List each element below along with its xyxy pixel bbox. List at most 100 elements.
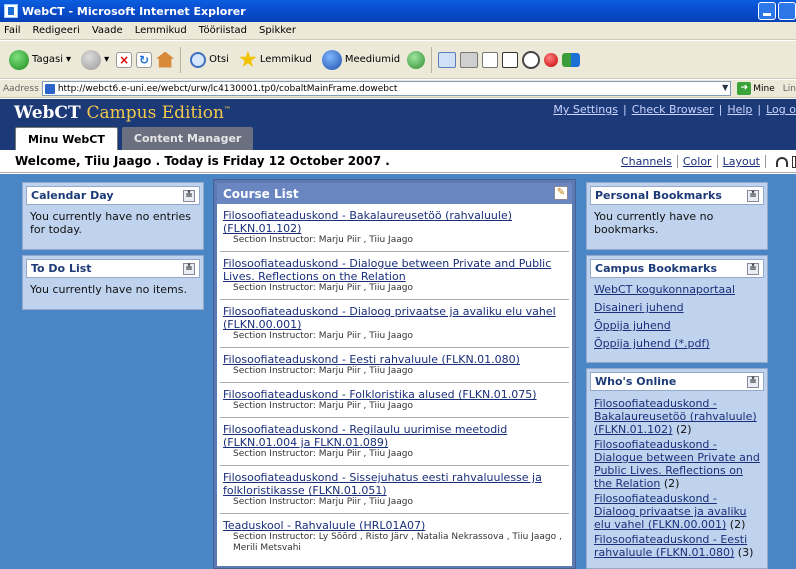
whos-online-panel: Who's Online ≚ Filosoofiateaduskond - Ba…	[586, 368, 768, 569]
course-instructor: Section Instructor: Ly Sõõrd , Risto Jär…	[233, 532, 562, 553]
search-icon	[190, 51, 207, 68]
bookmark-link[interactable]: Disaineri juhend	[594, 301, 760, 314]
chevron-down-icon[interactable]: ▼	[722, 83, 728, 92]
back-button[interactable]: Tagasi ▾	[6, 48, 74, 72]
research-icon[interactable]	[522, 50, 541, 69]
online-course-link[interactable]: Filosoofiateaduskond - Dialoog privaatse…	[594, 492, 747, 531]
color-link[interactable]: Color	[678, 155, 718, 168]
media-button[interactable]: Meediumid	[319, 48, 403, 72]
course-instructor: Section Instructor: Marju Piir , Tiiu Ja…	[233, 449, 413, 459]
list-item: Teaduskool - Rahvaluule (HRL01A07) Secti…	[220, 514, 569, 559]
go-arrow-icon: ➜	[737, 82, 752, 95]
layout-link[interactable]: Layout	[718, 155, 766, 168]
webct-page: WebCT Campus Edition™ My Settings | Check …	[0, 99, 796, 569]
online-count: (2)	[660, 477, 680, 490]
messenger-icon[interactable]	[544, 52, 559, 67]
online-course-link[interactable]: Filosoofiateaduskond - Eesti rahvaluule …	[594, 533, 747, 559]
forward-arrow-icon	[81, 49, 102, 70]
window-title: WebCT - Microsoft Internet Explorer	[22, 4, 246, 18]
address-input[interactable]: http://webct6.e-uni.ee/webct/urw/lc41300…	[41, 81, 732, 96]
toolbar-separator	[431, 46, 433, 73]
personal-bookmarks-body: You currently have no bookmarks.	[590, 205, 764, 241]
personal-bookmarks-title: Personal Bookmarks ≚	[590, 186, 764, 205]
go-button[interactable]: ➜ Mine	[737, 82, 775, 95]
welcome-bar: Welcome, Tiiu Jaago . Today is Friday 12…	[0, 150, 796, 173]
list-item: Filosoofiateaduskond - Eesti rahvaluule …	[220, 348, 569, 383]
whos-online-body: Filosoofiateaduskond - Bakalaureusetöö (…	[590, 391, 764, 566]
menu-help[interactable]: Spikker	[259, 25, 296, 36]
course-link[interactable]: Filosoofiateaduskond - Sissejuhatus eest…	[223, 471, 542, 497]
course-list: Filosoofiateaduskond - Bakalaureusetöö (…	[217, 204, 572, 566]
menu-edit[interactable]: Redigeeri	[33, 25, 80, 36]
course-link[interactable]: Filosoofiateaduskond - Dialogue between …	[223, 257, 551, 283]
menu-bar: Fail Redigeeri Vaade Lemmikud Tööriistad…	[0, 22, 796, 40]
menu-tools[interactable]: Tööriistad	[199, 25, 247, 36]
bookmark-link[interactable]: Õppija juhend (*.pdf)	[594, 337, 760, 350]
course-link[interactable]: Filosoofiateaduskond - Bakalaureusetöö (…	[223, 209, 512, 235]
menu-file[interactable]: Fail	[4, 25, 21, 36]
todo-body: You currently have no items.	[26, 278, 200, 301]
collapse-icon[interactable]: ≚	[183, 190, 195, 202]
history-icon[interactable]	[407, 50, 426, 69]
pencil-icon[interactable]: ✎	[554, 186, 568, 200]
discuss-icon[interactable]	[502, 51, 519, 68]
online-item: Filosoofiateaduskond - Dialoog privaatse…	[594, 492, 760, 531]
favorites-button[interactable]: Lemmikud	[236, 49, 315, 71]
collapse-icon[interactable]: ≚	[747, 190, 759, 202]
online-count: (3)	[734, 546, 754, 559]
course-link[interactable]: Filosoofiateaduskond - Regilaulu uurimis…	[223, 423, 507, 449]
course-instructor: Section Instructor: Marju Piir , Tiiu Ja…	[233, 283, 413, 293]
list-item: Filosoofiateaduskond - Dialoog privaatse…	[220, 300, 569, 348]
menu-view[interactable]: Vaade	[92, 25, 123, 36]
search-label: Otsi	[209, 54, 229, 65]
collapse-icon[interactable]: ≚	[747, 376, 759, 388]
edit-icon[interactable]	[482, 51, 499, 68]
log-out-link[interactable]: Log o	[766, 103, 796, 116]
campus-bookmarks-panel: Campus Bookmarks ≚ WebCT kogukonnaportaa…	[586, 255, 768, 363]
panel-icon[interactable]	[792, 155, 796, 168]
calendar-panel: Calendar Day ≚ You currently have no ent…	[22, 182, 204, 250]
todo-panel: To Do List ≚ You currently have no items…	[22, 255, 204, 310]
my-settings-link[interactable]: My Settings	[553, 103, 618, 116]
content-area: Calendar Day ≚ You currently have no ent…	[0, 174, 796, 569]
campus-bookmarks-title: Campus Bookmarks ≚	[590, 259, 764, 278]
maximize-button[interactable]	[778, 2, 796, 20]
msn-icon[interactable]	[562, 52, 581, 67]
collapse-icon[interactable]: ≚	[183, 263, 195, 275]
search-button[interactable]: Otsi	[187, 50, 232, 70]
help-link[interactable]: Help	[727, 103, 752, 116]
channels-link[interactable]: Channels	[616, 155, 678, 168]
check-browser-link[interactable]: Check Browser	[632, 103, 714, 116]
bookmark-link[interactable]: WebCT kogukonnaportaal	[594, 283, 760, 296]
list-item: Filosoofiateaduskond - Sissejuhatus eest…	[220, 466, 569, 514]
address-bar: Aadress http://webct6.e-uni.ee/webct/urw…	[0, 80, 796, 98]
course-link[interactable]: Filosoofiateaduskond - Eesti rahvaluule …	[223, 353, 520, 366]
tab-minu-webct[interactable]: Minu WebCT	[15, 127, 118, 150]
print-icon[interactable]	[460, 51, 479, 68]
online-count: (2)	[726, 518, 746, 531]
course-instructor: Section Instructor: Marju Piir , Tiiu Ja…	[233, 366, 413, 376]
home-icon[interactable]	[156, 51, 175, 68]
course-link[interactable]: Filosoofiateaduskond - Folkloristika alu…	[223, 388, 537, 401]
course-link[interactable]: Filosoofiateaduskond - Dialoog privaatse…	[223, 305, 556, 331]
calendar-title: Calendar Day ≚	[26, 186, 200, 205]
welcome-links: Channels Color Layout	[616, 150, 796, 173]
stop-icon[interactable]: ×	[116, 51, 133, 68]
lock-icon[interactable]	[776, 156, 788, 167]
menu-favorites[interactable]: Lemmikud	[135, 25, 187, 36]
minimize-button[interactable]	[758, 2, 776, 20]
links-label[interactable]: Lin	[783, 84, 796, 94]
mail-icon[interactable]	[438, 51, 457, 68]
forward-button[interactable]: ▾	[78, 48, 112, 72]
course-list-panel: Course List ✎ Filosoofiateaduskond - Bak…	[213, 179, 576, 569]
bookmark-link[interactable]: Õppija juhend	[594, 319, 760, 332]
course-link[interactable]: Teaduskool - Rahvaluule (HRL01A07)	[223, 519, 425, 532]
list-item: Filosoofiateaduskond - Folkloristika alu…	[220, 383, 569, 418]
course-instructor: Section Instructor: Marju Piir , Tiiu Ja…	[233, 331, 413, 341]
refresh-icon[interactable]: ↻	[136, 51, 153, 68]
online-item: Filosoofiateaduskond - Bakalaureusetöö (…	[594, 397, 760, 436]
collapse-icon[interactable]: ≚	[747, 263, 759, 275]
course-instructor: Section Instructor: Marju Piir , Tiiu Ja…	[233, 497, 413, 507]
back-arrow-icon	[9, 49, 29, 70]
tab-content-manager[interactable]: Content Manager	[121, 127, 254, 150]
